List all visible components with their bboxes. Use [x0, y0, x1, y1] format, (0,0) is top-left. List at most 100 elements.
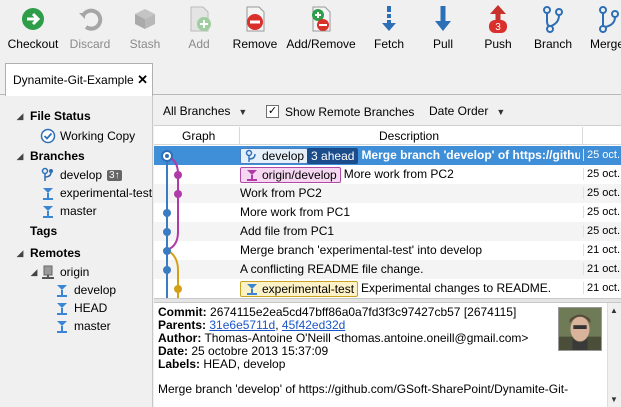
show-remote-branches-checkbox[interactable]: ✓ — [266, 105, 279, 118]
commit-node[interactable] — [174, 190, 182, 198]
sidebar-section-remotes[interactable]: ◢ Remotes — [14, 244, 81, 262]
sidebar-item-branch-master[interactable]: master — [40, 202, 97, 220]
sidebar-item-remote-develop[interactable]: develop — [54, 281, 116, 299]
commit-date: 25 oct. — [583, 206, 621, 218]
sidebar-item-remote-origin[interactable]: ◢ origin — [28, 263, 89, 281]
show-remote-branches-label: Show Remote Branches — [285, 105, 415, 119]
expand-triangle-icon[interactable]: ◢ — [14, 248, 26, 259]
expand-triangle-icon[interactable]: ◢ — [14, 111, 26, 122]
checkout-icon — [22, 8, 44, 30]
push-icon: 3 — [489, 5, 507, 33]
commit-date: 25 oct. — [583, 168, 621, 180]
branch-icon — [43, 188, 53, 200]
parent-commit-link[interactable]: 45f42ed32d — [282, 318, 345, 332]
commit-message: Add file from PC1 — [240, 224, 335, 238]
merge-icon — [599, 6, 619, 33]
remote-server-icon — [42, 265, 54, 279]
commit-node[interactable] — [163, 247, 171, 255]
commit-message: Experimental changes to README. — [361, 281, 552, 295]
sidebar-section-file-status[interactable]: ◢ File Status — [14, 107, 91, 125]
remote-branch-icon — [57, 321, 67, 333]
remove-button[interactable]: Remove — [229, 4, 281, 56]
add-remove-icon — [312, 6, 331, 32]
commit-graph — [161, 150, 182, 298]
commit-details: Commit: 2674115e2ea5cd47bff86a0a7fd3f3c9… — [154, 303, 607, 407]
branch-icon — [543, 6, 563, 33]
sidebar-item-remote-master[interactable]: master — [54, 317, 111, 335]
checkout-button[interactable]: Checkout — [4, 4, 62, 56]
scroll-down-icon[interactable]: ▼ — [610, 395, 618, 404]
commit-date: 25 oct. — [583, 225, 621, 237]
commit-message: Merge branch 'develop' of https://githu — [361, 148, 580, 162]
column-header-description[interactable]: Description — [379, 129, 439, 143]
commit-date: 25 oct. — [583, 149, 621, 161]
commit-node[interactable] — [174, 285, 182, 293]
branch-icon — [43, 206, 53, 218]
commit-node[interactable] — [174, 171, 182, 179]
stash-button[interactable]: Stash — [124, 4, 166, 56]
scroll-up-icon[interactable]: ▲ — [610, 306, 618, 315]
details-scrollbar[interactable]: ▲ ▼ — [607, 303, 621, 407]
pull-icon — [435, 6, 451, 31]
commit-author: Thomas-Antoine O'Neill <thomas.antoine.o… — [204, 331, 529, 345]
push-count-badge: 3 — [495, 22, 501, 33]
commit-node[interactable] — [163, 266, 171, 274]
sidebar-item-branch-experimental-test[interactable]: experimental-test — [40, 184, 152, 202]
add-file-icon — [190, 6, 211, 32]
check-circle-icon — [40, 128, 56, 144]
sidebar-item-remote-head[interactable]: HEAD — [54, 299, 107, 317]
repository-tab[interactable]: Dynamite-Git-Example ✕ — [5, 63, 153, 96]
fetch-icon — [382, 6, 396, 31]
commit-history-panel: All Branches ▼ ✓ Show Remote Branches Dat… — [154, 96, 621, 407]
tab-strip: Dynamite-Git-Example ✕ — [0, 58, 621, 96]
branches-filter-select[interactable]: All Branches ▼ — [163, 104, 247, 118]
add-button[interactable]: Add — [178, 4, 220, 56]
sidebar-item-working-copy[interactable]: Working Copy — [40, 127, 135, 145]
commit-date-full: 25 octobre 2013 15:37:09 — [191, 344, 329, 358]
push-button[interactable]: 3 Push — [478, 4, 518, 56]
commit-date: 21 oct. — [583, 244, 621, 256]
branch-badge-origin-develop[interactable]: origin/develop — [240, 167, 341, 183]
branch-button[interactable]: Branch — [532, 4, 574, 56]
expand-triangle-icon[interactable]: ◢ — [28, 267, 40, 278]
merge-button[interactable]: Merge — [588, 4, 621, 56]
close-icon[interactable]: ✕ — [137, 72, 148, 88]
remote-branch-icon — [247, 170, 257, 181]
ahead-count-badge: 3↑ — [107, 169, 122, 181]
branch-head-icon — [245, 149, 256, 162]
commit-list: develop 3 ahead Merge branch 'develop' of … — [154, 146, 621, 298]
pull-button[interactable]: Pull — [424, 4, 462, 56]
commit-labels: HEAD, develop — [203, 357, 286, 371]
branch-badge-experimental-test[interactable]: experimental-test — [240, 281, 359, 297]
commit-message: More work from PC2 — [343, 167, 454, 181]
remove-file-icon — [246, 6, 265, 32]
avatar — [558, 307, 602, 351]
column-header-graph[interactable]: Graph — [182, 129, 215, 143]
sidebar-section-branches[interactable]: ◢ Branches — [14, 147, 85, 165]
parent-commit-link[interactable]: 31e6e5711d — [209, 318, 275, 332]
branch-badge-develop[interactable]: develop — [240, 148, 309, 164]
branch-head-icon — [41, 167, 53, 181]
chevron-down-icon: ▼ — [496, 107, 506, 117]
commit-hash: 2674115e2ea5cd47bff86a0a7fd3f3c97427cb57… — [210, 305, 517, 319]
branch-icon — [247, 284, 257, 295]
discard-button[interactable]: Discard — [66, 4, 114, 56]
sidebar-section-tags[interactable]: Tags — [14, 222, 57, 240]
expand-triangle-icon[interactable]: ◢ — [14, 151, 26, 162]
fetch-button[interactable]: Fetch — [367, 4, 411, 56]
column-header: Graph Description — [154, 127, 621, 145]
commit-node[interactable] — [163, 209, 171, 217]
add-remove-button[interactable]: Add/Remove — [284, 4, 358, 56]
remote-branch-icon — [57, 303, 67, 315]
commit-full-message: Merge branch 'develop' of https://github… — [158, 382, 569, 396]
commit-message: A conflicting README file change. — [240, 262, 424, 276]
chevron-down-icon: ▼ — [238, 107, 248, 117]
commit-date: 25 oct. — [583, 187, 621, 199]
commit-message: More work from PC1 — [240, 205, 351, 219]
order-select[interactable]: Date Order ▼ — [429, 104, 505, 118]
toolbar: Checkout Discard Stash Add Remove Add/Re… — [0, 0, 621, 58]
commit-message: Work from PC2 — [240, 186, 322, 200]
sidebar: ◢ File Status Working Copy ◢ Branches de… — [0, 96, 153, 407]
commit-node[interactable] — [163, 228, 171, 236]
sidebar-item-branch-develop[interactable]: develop 3↑ — [40, 166, 122, 184]
